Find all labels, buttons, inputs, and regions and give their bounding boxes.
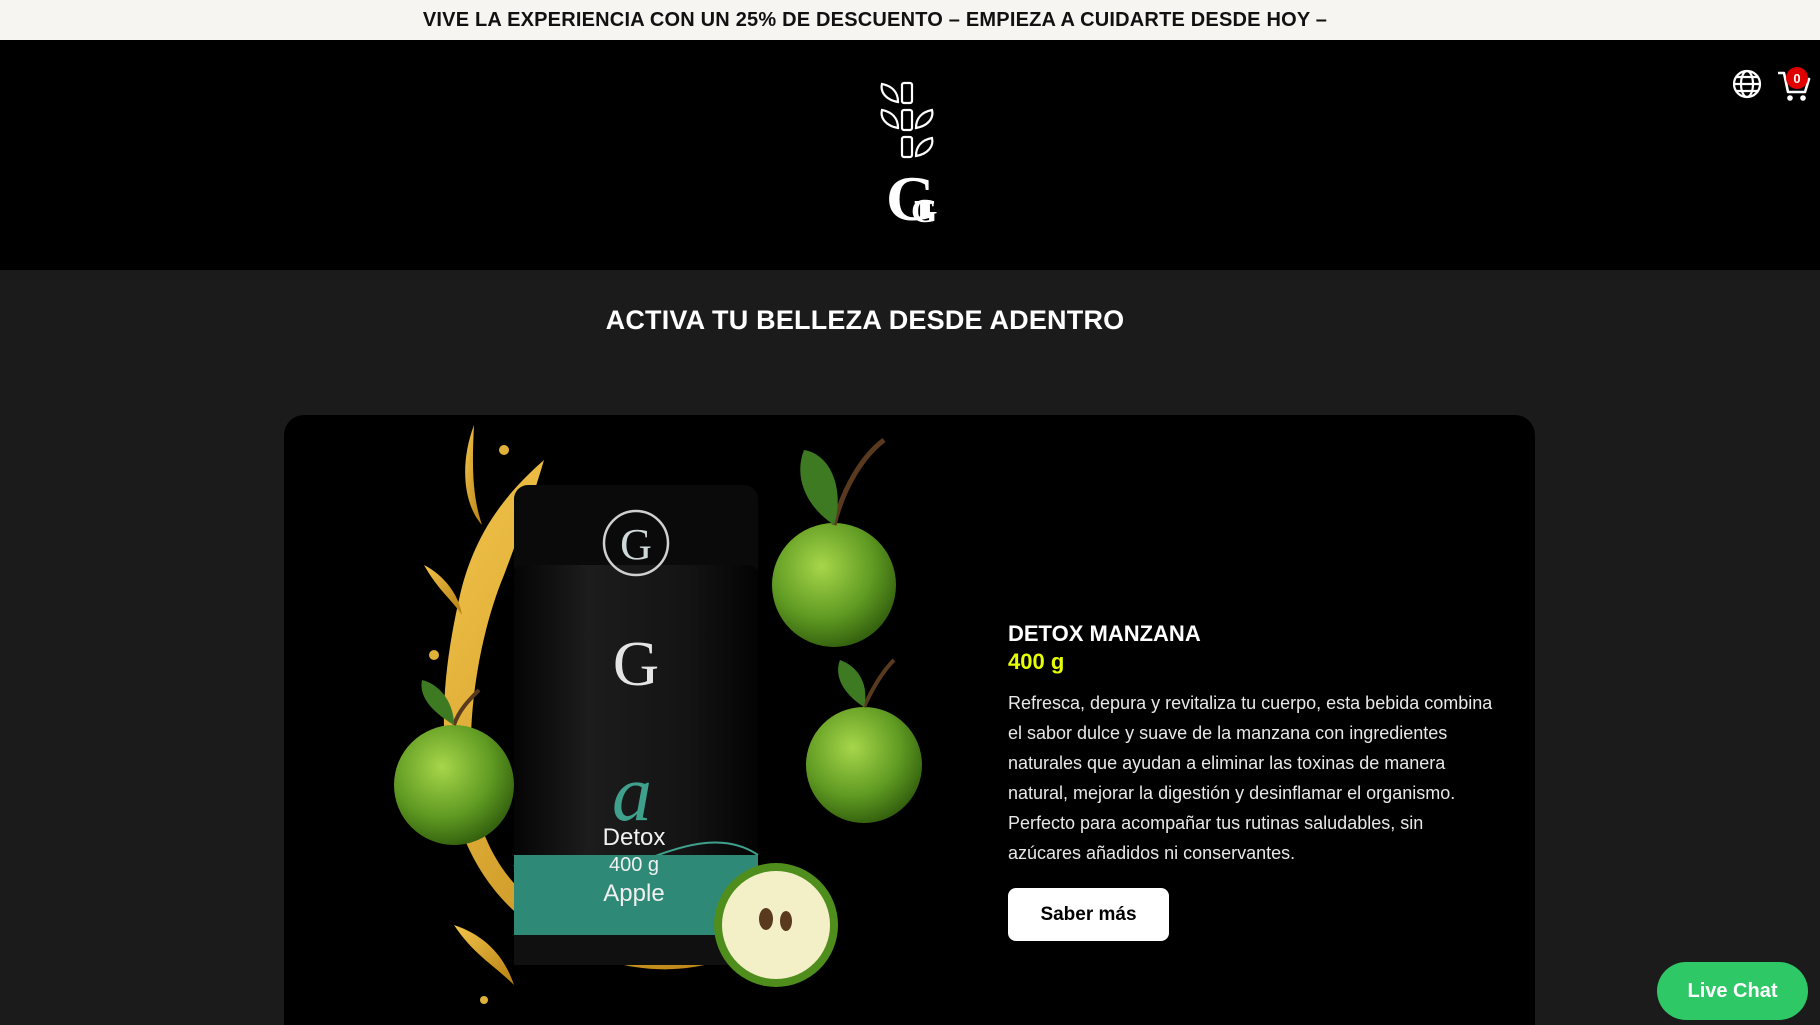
jar-line-2: 400 g	[609, 854, 659, 876]
announcement-bar: VIVE LA EXPERIENCIA CON UN 25% DE DESCUE…	[0, 0, 1820, 40]
jar-brand-g: G	[620, 520, 652, 569]
brand-logo[interactable]: G G	[868, 80, 948, 230]
product-info: DETOX MANZANA 400 g Refresca, depura y r…	[1008, 620, 1498, 941]
svg-text:G: G	[911, 193, 937, 230]
live-chat-button[interactable]: Live Chat	[1657, 962, 1808, 1020]
jar-line-3: Apple	[603, 880, 664, 907]
site-header: G G 0	[0, 40, 1820, 270]
section-title-text: ACTIVA TU BELLEZA DESDE ADENTRO	[605, 305, 1125, 335]
jar-line-1: Detox	[603, 824, 666, 851]
saber-mas-button[interactable]: Saber más	[1008, 888, 1169, 941]
product-name: DETOX MANZANA	[1008, 621, 1201, 646]
product-size: 400 g	[1008, 649, 1065, 674]
product-image: G G a Detox 400 g Apple	[394, 425, 922, 1004]
product-card: G G a Detox 400 g Apple DETOX MANZANA 40…	[284, 415, 1535, 1025]
section-title: ACTIVA TU BELLEZA DESDE ADENTRO	[0, 305, 1820, 336]
globe-icon[interactable]	[1731, 68, 1763, 100]
announcement-text: VIVE LA EXPERIENCIA CON UN 25% DE DESCUE…	[422, 8, 1328, 31]
jar-brand-g-large: G	[613, 628, 659, 699]
cart-count-badge: 0	[1786, 67, 1808, 89]
product-description: Refresca, depura y revitaliza tu cuerpo,…	[1008, 693, 1493, 863]
